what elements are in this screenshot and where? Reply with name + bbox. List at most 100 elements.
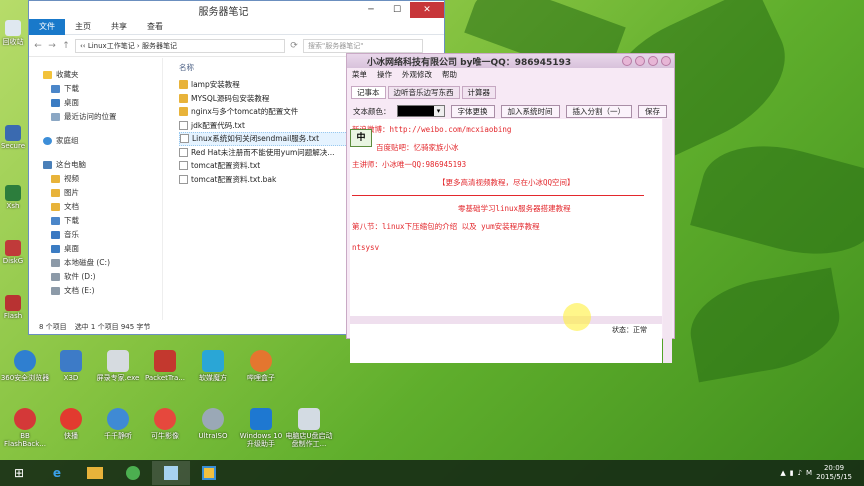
minimize-button[interactable]: ─ [358, 2, 384, 18]
desktop-icon[interactable]: Windows 10 升级助手 [236, 408, 286, 448]
desktop-icon[interactable]: BB FlashBack... [0, 408, 50, 448]
desktop-icon[interactable]: Flash [0, 295, 26, 320]
breadcrumb-parent[interactable]: Linux工作笔记 [88, 42, 135, 50]
desktop-icon[interactable]: Xsh [0, 185, 26, 210]
ime-indicator[interactable]: 中 [350, 129, 372, 147]
folder-icon [51, 175, 60, 183]
start-button[interactable]: ⊞ [0, 461, 38, 485]
text-line: 主讲师：小冰唯一QQ:986945193 [352, 160, 467, 169]
clock-time: 20:09 [823, 464, 845, 472]
nav-item[interactable]: 视频 [29, 172, 162, 186]
desktop-icon[interactable]: 哔哩盒子 [236, 350, 286, 382]
desktop-icon[interactable]: 360安全浏览器 [0, 350, 50, 382]
desktop-icon[interactable]: 软媒魔方 [188, 350, 238, 382]
tray-arrow-icon[interactable]: ▲ [780, 469, 785, 477]
file-explorer-icon[interactable] [76, 461, 114, 485]
tab-view[interactable]: 查看 [137, 19, 173, 35]
desktop-icon[interactable]: 屏录专家.exe [93, 350, 143, 382]
homegroup-icon [43, 137, 52, 145]
nav-item[interactable]: 音乐 [29, 228, 162, 242]
desktop-icon[interactable]: 电脑店U盘启动盘制作工... [284, 408, 334, 448]
search-input[interactable]: 搜索"服务器笔记" [303, 38, 423, 53]
explorer-titlebar[interactable]: 服务器笔记 ─ ☐ ✕ [29, 1, 444, 19]
notes-status: 状态：正常 [612, 326, 647, 334]
menu-dot-button[interactable] [622, 56, 632, 66]
desktop-icon[interactable]: UltraISO [188, 408, 238, 440]
desktop-icon[interactable]: PacketTra... [140, 350, 190, 382]
folder-icon [51, 203, 60, 211]
text-file-icon [179, 147, 188, 157]
nav-item[interactable]: 图片 [29, 186, 162, 200]
browser-360-icon[interactable] [114, 461, 152, 485]
forward-icon[interactable]: → [47, 41, 57, 51]
refresh-icon[interactable]: ⟳ [289, 41, 299, 51]
up-icon[interactable]: ↑ [61, 41, 71, 51]
tab-calculator[interactable]: 计算器 [461, 86, 496, 99]
breadcrumb-current[interactable]: 服务器笔记 [142, 42, 177, 50]
path-field[interactable]: ‹‹ Linux工作笔记 › 服务器笔记 [75, 38, 285, 53]
tab-share[interactable]: 共享 [101, 19, 137, 35]
desktop-icon[interactable]: X3D [46, 350, 96, 382]
text-file-icon [179, 174, 188, 184]
maximize-button[interactable] [648, 56, 658, 66]
desktop-icon[interactable]: DiskG [0, 240, 26, 265]
tab-music[interactable]: 边听音乐边写东西 [387, 86, 460, 99]
menu-item[interactable]: 操作 [377, 68, 392, 82]
tab-file[interactable]: 文件 [29, 18, 65, 35]
nav-item[interactable]: 本地磁盘 (C:) [29, 256, 162, 270]
text-line: 百度贴吧：忆骑家族小冰 [376, 142, 459, 152]
nav-item[interactable]: 文档 (E:) [29, 284, 162, 298]
nav-item[interactable]: 最近访问的位置 [29, 110, 162, 124]
text-color-select[interactable] [396, 105, 445, 117]
text-line: 新浪微博：http://weibo.com/mcxiaobing [352, 125, 512, 134]
nav-item[interactable]: 下载 [29, 82, 162, 96]
tab-home[interactable]: 主页 [65, 19, 101, 35]
insert-divider-button[interactable]: 插入分割（一） [565, 104, 632, 118]
nav-item[interactable]: 文档 [29, 200, 162, 214]
folder-icon [51, 85, 60, 93]
menu-item[interactable]: 菜单 [352, 68, 367, 82]
change-font-button[interactable]: 字体更换 [450, 104, 495, 118]
close-button[interactable] [661, 56, 671, 66]
clock[interactable]: 20:09 2015/5/15 [816, 464, 852, 482]
menu-item[interactable]: 帮助 [442, 68, 457, 82]
notes-titlebar[interactable]: 小冰网络科技有限公司 by唯一QQ：986945193 [347, 54, 674, 68]
desktop-icon[interactable]: Secure [0, 125, 26, 150]
text-file-icon [179, 161, 188, 171]
notes-app-icon[interactable] [152, 461, 190, 485]
nav-item[interactable]: 下载 [29, 214, 162, 228]
text-color-label: 文本颜色： [353, 106, 391, 116]
text-line: ntsysv [352, 243, 380, 252]
nav-item[interactable]: 家庭组 [29, 134, 162, 148]
insert-time-button[interactable]: 加入系统时间 [500, 104, 560, 118]
save-button[interactable]: 保存 [638, 104, 667, 118]
nav-item[interactable]: 这台电脑 [29, 158, 162, 172]
taskbar: ⊞ e ▲ ▮ ♪ M 20:09 2015/5/15 [0, 460, 864, 486]
close-button[interactable]: ✕ [410, 2, 444, 18]
nav-item[interactable]: 桌面 [29, 242, 162, 256]
volume-icon[interactable]: ♪ [798, 469, 802, 477]
ime-mode-icon[interactable]: M [806, 469, 812, 477]
desktop-icon[interactable]: 回收站 [0, 20, 26, 47]
window-title: 服务器笔记 [198, 6, 249, 18]
desktop-icon[interactable]: 快播 [46, 408, 96, 440]
text-line: 零基础学习linux服务器搭建教程 [458, 204, 571, 213]
network-icon[interactable]: ▮ [790, 469, 794, 477]
back-icon[interactable]: ← [33, 41, 43, 51]
minimize-button[interactable] [635, 56, 645, 66]
text-line: 第八节：linux下压缩包的介绍 以及 yum安装程序教程 [352, 221, 540, 231]
divider-line [352, 195, 644, 196]
clock-date: 2015/5/15 [816, 473, 852, 481]
recent-icon [51, 113, 60, 121]
nav-item[interactable]: 软件 (D:) [29, 270, 162, 284]
nav-item[interactable]: 收藏夹 [29, 68, 162, 82]
desktop-icon[interactable]: 可牛影像 [140, 408, 190, 440]
horizontal-scrollbar[interactable] [350, 316, 662, 324]
menu-item[interactable]: 外观修改 [402, 68, 432, 82]
tab-notepad[interactable]: 记事本 [351, 86, 386, 99]
desktop-icon[interactable]: 千千静听 [93, 408, 143, 440]
nav-item[interactable]: 桌面 [29, 96, 162, 110]
ie-icon[interactable]: e [38, 461, 76, 485]
folder-app-icon[interactable] [190, 461, 228, 485]
maximize-button[interactable]: ☐ [384, 2, 410, 18]
